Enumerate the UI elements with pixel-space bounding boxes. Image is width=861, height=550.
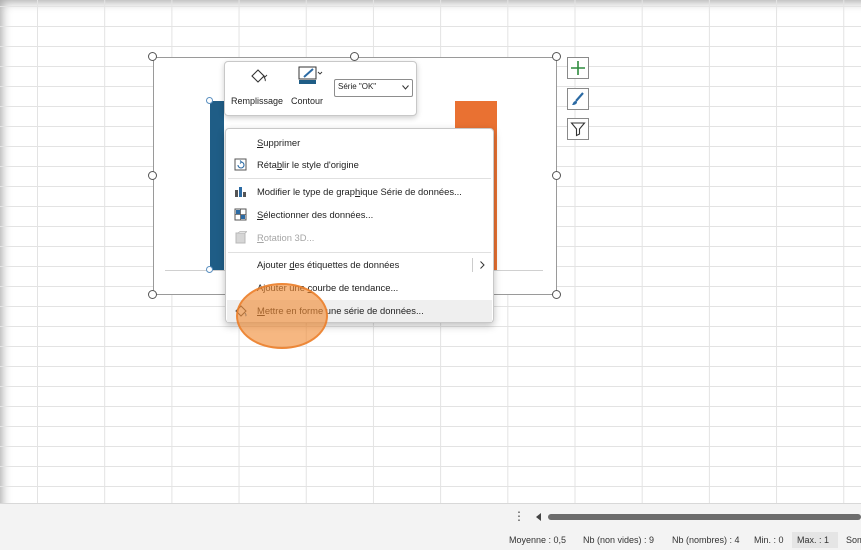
paint-bucket-icon: [251, 69, 268, 83]
status-average: Moyenne : 0,5: [509, 535, 567, 545]
menu-item-reset-style[interactable]: Rétablir le style d'origine: [226, 154, 493, 176]
status-max: Max. : 1: [797, 535, 830, 545]
chart-filters-button[interactable]: [567, 118, 589, 140]
resize-handle-middle-left[interactable]: [148, 171, 157, 180]
menu-item-select-data[interactable]: Sélectionner des données...: [226, 204, 493, 226]
status-bar: Moyenne : 0,5 Nb (non vides) : 9 Nb (nom…: [0, 530, 861, 550]
series-selector-value: Série "OK": [338, 82, 377, 91]
excel-window: Remplissage Contour Série "OK" Supprimer…: [0, 0, 861, 550]
menu-item-label: upprimer: [263, 137, 301, 148]
resize-handle-top-middle[interactable]: [350, 52, 359, 61]
horizontal-scrollbar-thumb[interactable]: [548, 514, 861, 520]
fill-label: Remplissage: [231, 96, 284, 106]
menu-item-delete[interactable]: Supprimer: [226, 132, 493, 154]
series-selector-dropdown[interactable]: Série "OK": [334, 79, 413, 97]
chevron-right-icon: [480, 261, 485, 269]
rotation-3d-icon: [235, 231, 247, 244]
format-mini-toolbar: Remplissage Contour Série "OK": [224, 61, 417, 116]
chart-elements-button[interactable]: [567, 57, 589, 79]
resize-handle-middle-right[interactable]: [552, 171, 561, 180]
plus-icon: [571, 61, 585, 75]
chart-styles-button[interactable]: [567, 88, 589, 110]
fill-button[interactable]: Remplissage: [229, 66, 287, 110]
menu-item-change-chart-type[interactable]: Modifier le type de graphique Série de d…: [226, 181, 493, 203]
menu-item-label: Sélectionner des données...: [257, 209, 374, 220]
status-sum: Somme : 2: [846, 535, 861, 545]
chevron-down-icon: [402, 85, 409, 90]
submenu-divider: [472, 258, 473, 272]
chart-type-icon: [235, 187, 246, 197]
status-count-numbers: Nb (nombres) : 4: [672, 535, 740, 545]
select-data-icon: [234, 208, 247, 221]
funnel-icon: [570, 122, 586, 137]
sheet-tab-bar: ⋮: [0, 503, 861, 530]
menu-separator: [228, 252, 491, 253]
chart-bar-series-ok[interactable]: [210, 101, 224, 271]
series-point-handle[interactable]: [206, 97, 213, 104]
resize-handle-bottom-left[interactable]: [148, 290, 157, 299]
paintbrush-icon: [572, 92, 584, 105]
outline-label: Contour: [291, 96, 324, 106]
resize-handle-top-left[interactable]: [148, 52, 157, 61]
pen-outline-icon: [298, 66, 323, 84]
menu-item-add-data-labels[interactable]: Ajouter des étiquettes de données: [226, 254, 493, 276]
menu-item-rotation-3d[interactable]: Rotation 3D...: [226, 227, 493, 249]
menu-item-label: Rétablir le style d'origine: [257, 159, 359, 170]
outline-button[interactable]: Contour: [289, 66, 331, 110]
scroll-left-icon[interactable]: [536, 513, 542, 521]
resize-handle-bottom-right[interactable]: [552, 290, 561, 299]
reset-style-icon: [234, 158, 247, 171]
more-options-icon[interactable]: ⋮: [513, 509, 525, 523]
status-min: Min. : 0: [754, 535, 784, 545]
menu-item-label: Ajouter des étiquettes de données: [257, 259, 400, 270]
resize-handle-top-right[interactable]: [552, 52, 561, 61]
menu-item-label: Modifier le type de graphique Série de d…: [257, 186, 462, 197]
menu-separator: [228, 178, 491, 179]
status-count-nonempty: Nb (non vides) : 9: [583, 535, 655, 545]
series-point-handle[interactable]: [206, 266, 213, 273]
menu-item-label: Rotation 3D...: [257, 232, 315, 243]
click-highlight: [236, 283, 328, 349]
